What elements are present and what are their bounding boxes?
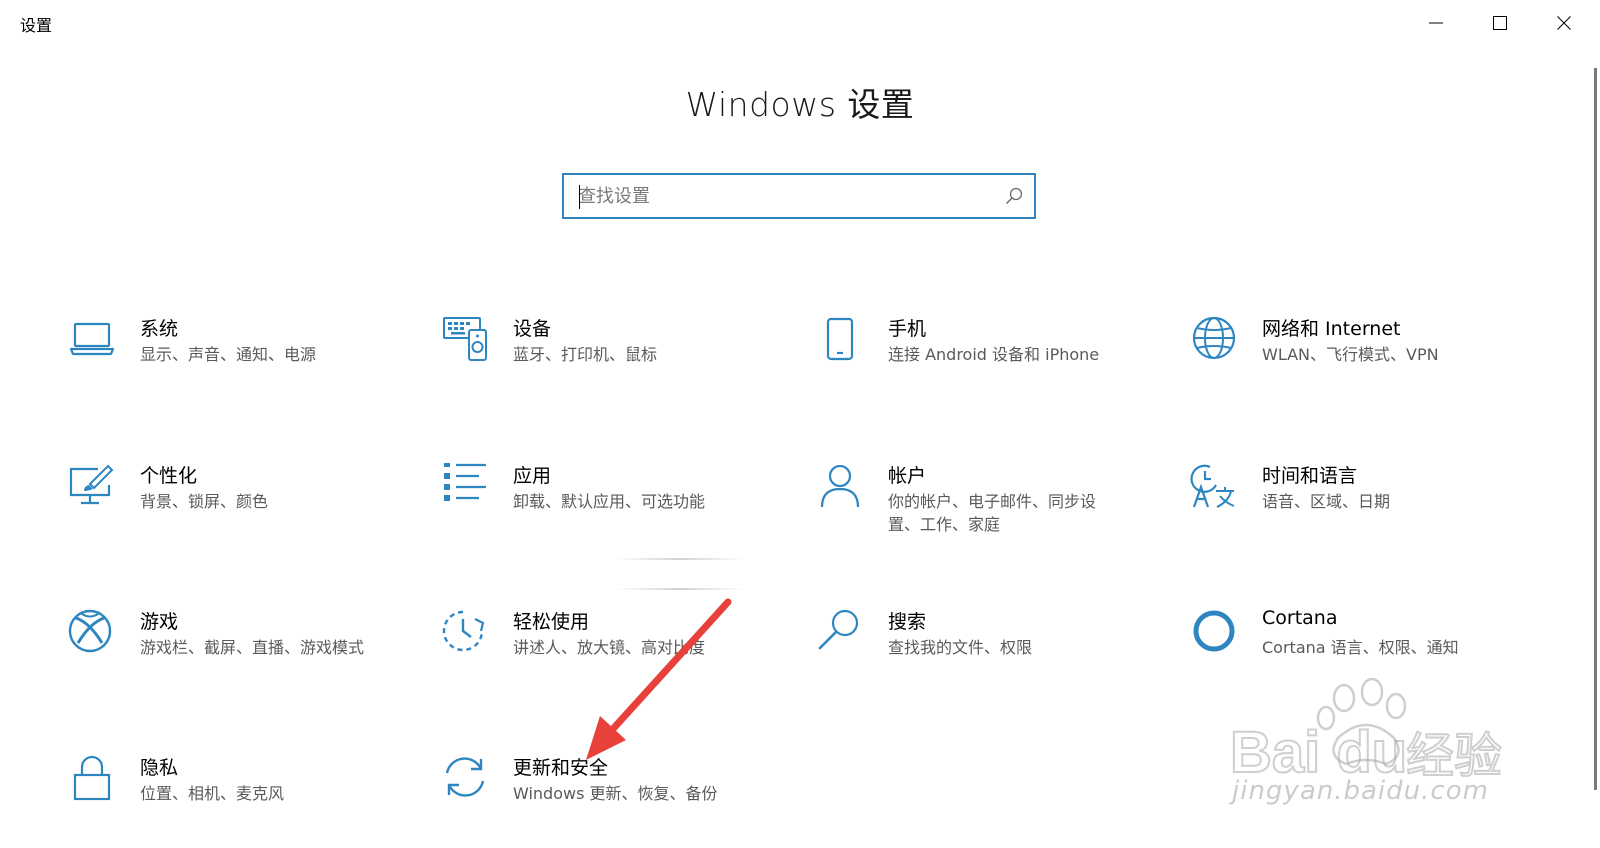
tile-personalization[interactable]: 个性化 背景、锁屏、颜色 — [68, 463, 428, 573]
tile-accounts[interactable]: 帐户 你的帐户、电子邮件、同步设置、工作、家庭 — [816, 463, 1176, 573]
tile-name: 个性化 — [140, 465, 198, 487]
tile-name: 手机 — [888, 318, 927, 340]
settings-window: 设置 Windows 设置 查找设置 系统 显示、声音、通知、电源 设备 蓝牙、… — [0, 0, 1600, 848]
tile-description: WLAN、飞行模式、VPN — [1262, 345, 1439, 364]
phone-icon — [816, 316, 864, 364]
cortana-icon — [1190, 609, 1238, 657]
tile-network[interactable]: 网络和 Internet WLAN、飞行模式、VPN — [1190, 316, 1550, 426]
tile-name: 搜索 — [888, 611, 927, 633]
magnifier-icon — [816, 609, 864, 657]
paint-icon — [68, 463, 116, 511]
tile-system[interactable]: 系统 显示、声音、通知、电源 — [68, 316, 428, 426]
lock-icon — [68, 755, 116, 803]
tile-time-language[interactable]: 时间和语言 语音、区域、日期 — [1190, 463, 1550, 573]
tile-description: Windows 更新、恢复、备份 — [513, 784, 718, 803]
divider — [615, 588, 745, 590]
tile-description: 位置、相机、麦克风 — [140, 784, 285, 803]
tile-gaming[interactable]: 游戏 游戏栏、截屏、直播、游戏模式 — [68, 609, 428, 719]
tile-description: 显示、声音、通知、电源 — [140, 345, 317, 364]
tile-description: 查找我的文件、权限 — [888, 638, 1033, 657]
tile-privacy[interactable]: 隐私 位置、相机、麦克风 — [68, 755, 428, 848]
tile-description: 蓝牙、打印机、鼠标 — [513, 345, 658, 364]
tile-name: 网络和 Internet — [1262, 318, 1401, 340]
tile-description: 连接 Android 设备和 iPhone — [888, 345, 1100, 364]
tile-devices[interactable]: 设备 蓝牙、打印机、鼠标 — [441, 316, 801, 426]
tile-update-security[interactable]: 更新和安全 Windows 更新、恢复、备份 — [441, 755, 801, 848]
watermark-text: jingyan.baidu.com — [1232, 776, 1489, 806]
tile-name: 轻松使用 — [513, 611, 590, 633]
category-grid: 系统 显示、声音、通知、电源 设备 蓝牙、打印机、鼠标 手机 连接 Androi… — [0, 0, 1600, 848]
apps-list-icon — [441, 463, 489, 511]
tile-ease-of-access[interactable]: 轻松使用 讲述人、放大镜、高对比度 — [441, 609, 801, 719]
tile-name: 系统 — [140, 318, 179, 340]
tile-description: Cortana 语言、权限、通知 — [1262, 638, 1459, 657]
tile-description: 讲述人、放大镜、高对比度 — [513, 638, 706, 657]
tile-description: 背景、锁屏、颜色 — [140, 492, 269, 511]
tile-description: 卸载、默认应用、可选功能 — [513, 492, 706, 511]
laptop-icon — [68, 316, 116, 364]
tile-apps[interactable]: 应用 卸载、默认应用、可选功能 — [441, 463, 801, 573]
tile-search[interactable]: 搜索 查找我的文件、权限 — [816, 609, 1176, 719]
globe-icon — [1190, 316, 1238, 364]
tile-name: 时间和语言 — [1262, 465, 1358, 487]
tile-cortana[interactable]: Cortana Cortana 语言、权限、通知 — [1190, 607, 1550, 719]
devices-icon — [441, 316, 489, 364]
sync-icon — [441, 755, 489, 803]
xbox-icon — [68, 609, 116, 657]
tile-phone[interactable]: 手机 连接 Android 设备和 iPhone — [816, 316, 1176, 426]
ease-of-access-icon — [441, 609, 489, 657]
tile-name: 帐户 — [888, 465, 927, 487]
tile-name: 更新和安全 — [513, 757, 609, 779]
time-language-icon — [1190, 463, 1238, 511]
tile-description: 游戏栏、截屏、直播、游戏模式 — [140, 638, 365, 657]
tile-description: 你的帐户、电子邮件、同步设置、工作、家庭 — [888, 492, 1097, 534]
tile-description: 语音、区域、日期 — [1262, 492, 1391, 511]
tile-name: Cortana — [1262, 607, 1338, 629]
tile-name: 设备 — [513, 318, 552, 340]
tile-name: 隐私 — [140, 757, 179, 779]
tile-name: 应用 — [513, 465, 552, 487]
tile-name: 游戏 — [140, 611, 179, 633]
divider — [615, 558, 745, 560]
person-icon — [816, 463, 864, 511]
